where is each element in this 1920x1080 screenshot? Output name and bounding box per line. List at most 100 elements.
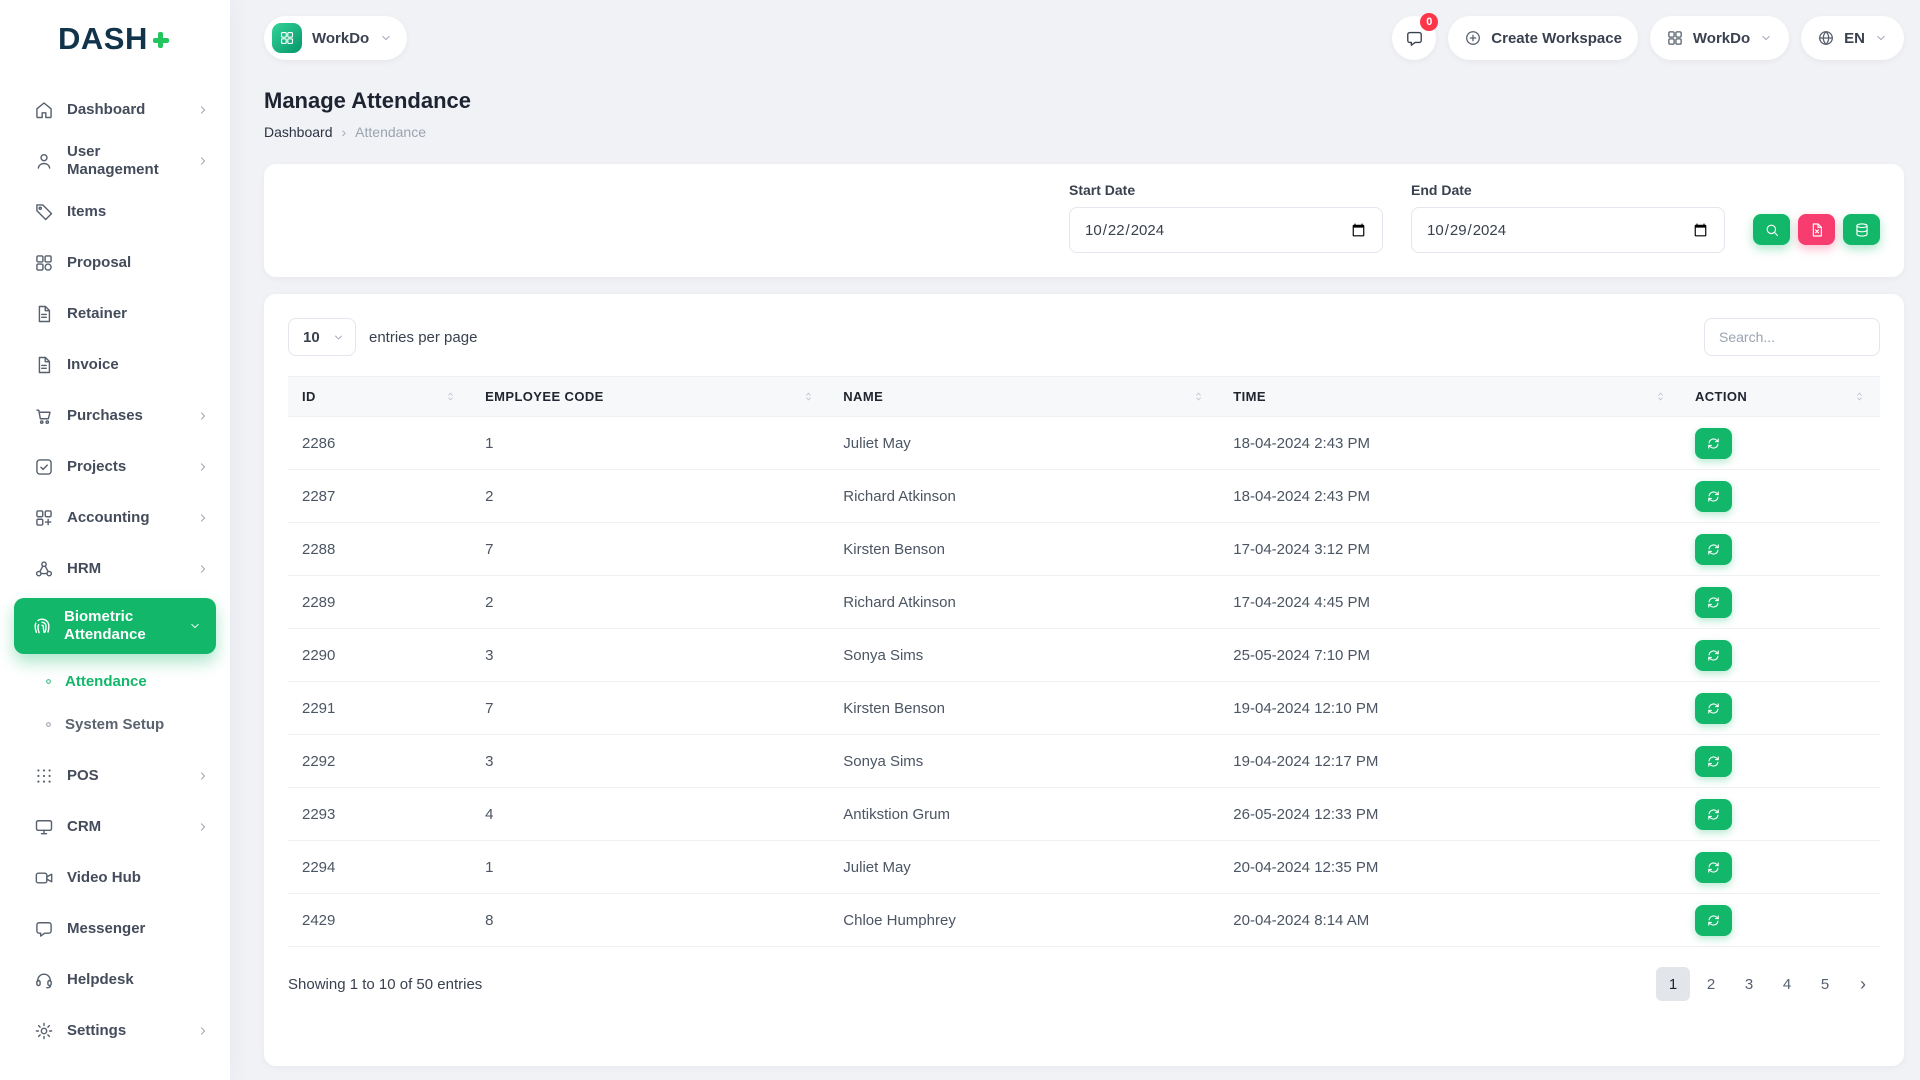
sidebar-item-label: Messenger	[67, 920, 210, 938]
workspace-switcher-label: WorkDo	[1693, 30, 1750, 47]
chevron-down-icon	[1874, 31, 1888, 45]
table-controls: 10 entries per page	[288, 318, 1880, 356]
crm-icon	[34, 817, 54, 837]
workspace-avatar	[272, 23, 302, 53]
name-cell: Kirsten Benson	[829, 682, 1219, 735]
entries-per-page-select[interactable]: 10	[288, 318, 356, 356]
action-cell	[1681, 629, 1880, 682]
end-date-field: End Date	[1411, 182, 1725, 253]
sidebar-item-messenger[interactable]: Messenger	[0, 903, 230, 954]
table-row: 22872Richard Atkinson18-04-2024 2:43 PM	[288, 470, 1880, 523]
column-header-employee-code[interactable]: EMPLOYEE CODE	[471, 377, 829, 417]
database-icon	[1854, 222, 1870, 238]
table-footer: Showing 1 to 10 of 50 entries 12345›	[288, 967, 1880, 1001]
sidebar-item-settings[interactable]: Settings	[0, 1005, 230, 1056]
breadcrumb-separator: ›	[342, 124, 347, 140]
page-button-1[interactable]: 1	[1656, 967, 1690, 1001]
chevron-right-icon	[196, 1024, 210, 1038]
sidebar-item-accounting[interactable]: Accounting	[0, 492, 230, 543]
language-selector-button[interactable]: EN	[1801, 16, 1904, 60]
sidebar-item-projects[interactable]: Projects	[0, 441, 230, 492]
hrm-icon	[34, 559, 54, 579]
chevron-down-icon	[332, 331, 345, 344]
start-date-input[interactable]	[1069, 207, 1383, 253]
document-icon	[34, 355, 54, 375]
notifications-button[interactable]: 0	[1392, 16, 1436, 60]
page-button-5[interactable]: 5	[1808, 967, 1842, 1001]
column-header-action[interactable]: ACTION	[1681, 377, 1880, 417]
sync-attendance-button[interactable]	[1695, 905, 1732, 936]
sidebar-item-crm[interactable]: CRM	[0, 801, 230, 852]
reset-filter-button[interactable]	[1798, 214, 1835, 245]
topbar-actions: 0 Create Workspace WorkDo EN	[1392, 16, 1904, 60]
sidebar-item-hrm[interactable]: HRM	[0, 543, 230, 594]
sidebar-item-attendance[interactable]: Attendance	[0, 660, 230, 703]
sidebar-item-items[interactable]: Items	[0, 186, 230, 237]
sidebar-item-video-hub[interactable]: Video Hub	[0, 852, 230, 903]
sidebar-item-label: Items	[67, 203, 210, 221]
column-header-time[interactable]: TIME	[1219, 377, 1681, 417]
next-page-button[interactable]: ›	[1846, 967, 1880, 1001]
sidebar-item-label: Invoice	[67, 356, 210, 374]
sidebar-item-system-setup[interactable]: System Setup	[0, 703, 230, 746]
sync-attendance-button[interactable]	[1695, 481, 1732, 512]
page-button-3[interactable]: 3	[1732, 967, 1766, 1001]
fingerprint-icon	[32, 616, 52, 636]
create-workspace-button[interactable]: Create Workspace	[1448, 16, 1638, 60]
name-cell: Sonya Sims	[829, 629, 1219, 682]
cart-icon	[34, 406, 54, 426]
sidebar-item-label: POS	[67, 767, 183, 785]
sidebar-item-label: Biometric Attendance	[64, 608, 176, 644]
employee-code-cell: 7	[471, 682, 829, 735]
sync-attendance-button[interactable]	[1695, 852, 1732, 883]
sidebar-item-dashboard[interactable]: Dashboard	[0, 84, 230, 135]
end-date-input[interactable]	[1411, 207, 1725, 253]
sidebar-item-purchases[interactable]: Purchases	[0, 390, 230, 441]
id-cell: 2292	[288, 735, 471, 788]
breadcrumb-dashboard-link[interactable]: Dashboard	[264, 124, 333, 140]
pagination: 12345›	[1656, 967, 1880, 1001]
brand-logo[interactable]: DASH	[0, 0, 230, 78]
sidebar-item-invoice[interactable]: Invoice	[0, 339, 230, 390]
workspace-selector[interactable]: WorkDo	[264, 16, 407, 60]
sync-attendance-button[interactable]	[1695, 534, 1732, 565]
apply-filter-button[interactable]	[1753, 214, 1790, 245]
table-search-input[interactable]	[1704, 318, 1880, 356]
time-cell: 19-04-2024 12:17 PM	[1219, 735, 1681, 788]
refresh-icon	[1706, 542, 1721, 557]
sync-attendance-button[interactable]	[1695, 428, 1732, 459]
end-date-label: End Date	[1411, 182, 1725, 198]
sidebar-item-biometric-attendance[interactable]: Biometric Attendance	[14, 598, 216, 654]
sidebar-item-user-management[interactable]: User Management	[0, 135, 230, 186]
sync-attendance-button[interactable]	[1695, 693, 1732, 724]
workspace-switcher-button[interactable]: WorkDo	[1650, 16, 1789, 60]
filter-actions	[1753, 214, 1880, 253]
table-row: 22887Kirsten Benson17-04-2024 3:12 PM	[288, 523, 1880, 576]
id-cell: 2287	[288, 470, 471, 523]
sidebar-item-retainer[interactable]: Retainer	[0, 288, 230, 339]
sync-attendance-button[interactable]	[1695, 799, 1732, 830]
export-button[interactable]	[1843, 214, 1880, 245]
id-cell: 2286	[288, 417, 471, 470]
chevron-right-icon	[196, 103, 210, 117]
sync-attendance-button[interactable]	[1695, 587, 1732, 618]
sidebar-item-label: Proposal	[67, 254, 210, 272]
sidebar-item-pos[interactable]: POS	[0, 750, 230, 801]
sync-attendance-button[interactable]	[1695, 640, 1732, 671]
sidebar-item-proposal[interactable]: Proposal	[0, 237, 230, 288]
column-header-name[interactable]: NAME	[829, 377, 1219, 417]
sidebar-subitem-label: Attendance	[65, 673, 147, 690]
refresh-icon	[1706, 595, 1721, 610]
page-button-4[interactable]: 4	[1770, 967, 1804, 1001]
page-button-2[interactable]: 2	[1694, 967, 1728, 1001]
gear-icon	[34, 1021, 54, 1041]
sync-attendance-button[interactable]	[1695, 746, 1732, 777]
action-cell	[1681, 576, 1880, 629]
breadcrumb: Dashboard › Attendance	[264, 124, 1904, 140]
table-row: 22934Antikstion Grum26-05-2024 12:33 PM	[288, 788, 1880, 841]
employee-code-cell: 8	[471, 894, 829, 947]
plus-circle-icon	[1464, 29, 1482, 47]
start-date-label: Start Date	[1069, 182, 1383, 198]
sidebar-item-helpdesk[interactable]: Helpdesk	[0, 954, 230, 1005]
column-header-id[interactable]: ID	[288, 377, 471, 417]
